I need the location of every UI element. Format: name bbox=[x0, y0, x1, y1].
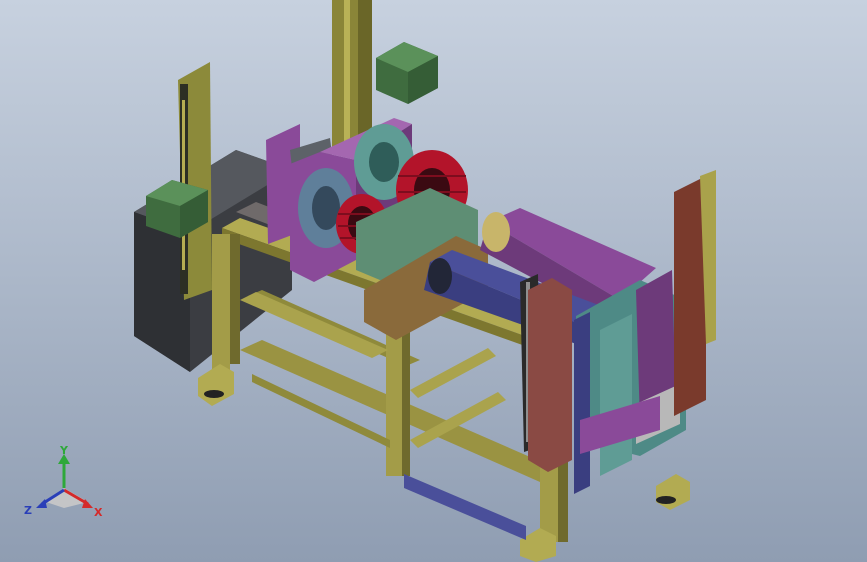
coordinate-triad[interactable]: Y X Z bbox=[22, 444, 106, 526]
z-axis-label: Z bbox=[24, 504, 32, 517]
cad-viewport[interactable]: Y X Z bbox=[0, 0, 867, 562]
x-axis-label: X bbox=[94, 506, 103, 519]
right-brown-panel bbox=[674, 170, 716, 416]
vertical-mast bbox=[332, 0, 372, 150]
machine-assembly-model[interactable] bbox=[0, 0, 867, 562]
top-enclosure-box bbox=[376, 42, 438, 104]
front-light-column bbox=[520, 274, 572, 472]
lower-blue-rail bbox=[404, 474, 526, 540]
left-light-column bbox=[178, 62, 212, 300]
y-axis-label: Y bbox=[59, 446, 69, 457]
coordinate-triad-icon: Y X Z bbox=[24, 444, 103, 519]
